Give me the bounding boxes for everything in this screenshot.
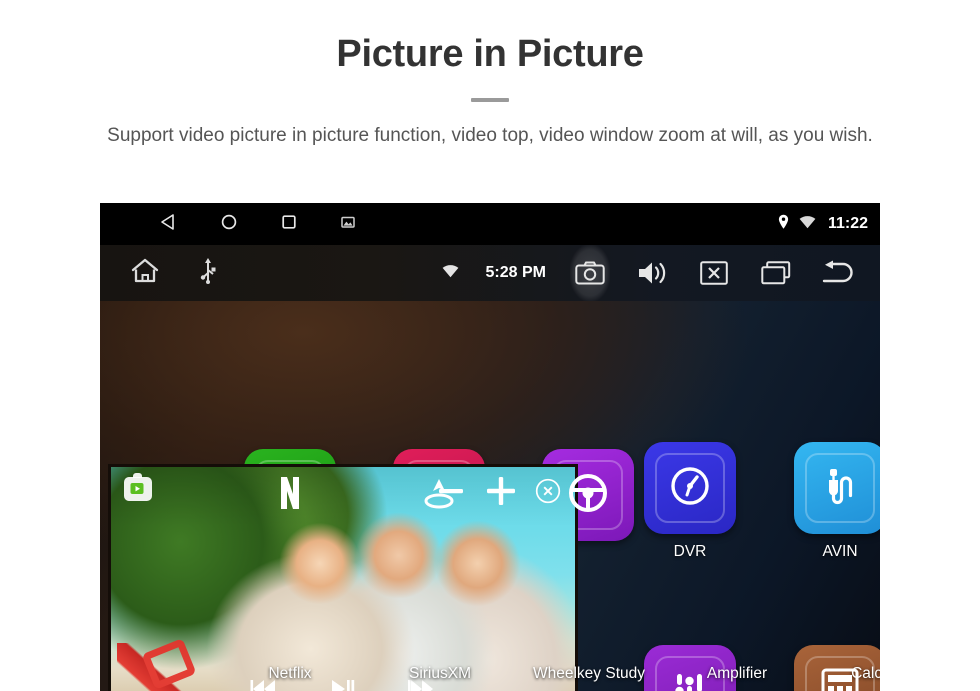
app-label-dvr: DVR [673,543,707,560]
multiwindow-icon[interactable] [756,245,796,301]
app-label-avin: AVIN [822,543,858,560]
app-icon-dvr[interactable]: DVR [643,442,737,561]
page-subtitle: Support video picture in picture functio… [107,124,873,146]
launcher-nav-right: 5:28 PM [442,245,858,301]
dock-label: Netflix [268,665,312,682]
status-bar-clock: 11:22 [827,215,868,232]
location-pin-icon [777,214,790,235]
launcher-desktop: DVRAVINAmplifierCalculator seicane [100,301,880,691]
back-arrow-icon[interactable] [818,245,858,301]
sliders-icon-glyph [667,666,713,691]
page-title: Picture in Picture [336,33,644,75]
siriusxm-icon-glyph [417,471,461,520]
steering-icon-glyph [565,470,611,521]
android-status-bar: 11:22 [100,203,880,245]
marketing-header: Picture in Picture Support video picture… [0,0,980,150]
avin-plug-icon[interactable] [794,442,880,534]
launcher-nav-bar: 5:28 PM [100,245,880,301]
title-divider [471,97,509,102]
back-icon[interactable] [160,213,178,236]
usb-icon[interactable] [200,257,216,289]
camera-icon[interactable] [570,245,610,301]
launcher-clock: 5:28 PM [485,264,546,281]
dock-label: Wheelkey Study [533,665,645,682]
launcher-nav-left [130,257,216,289]
wifi-icon [799,215,816,234]
close-button[interactable] [535,478,561,504]
home-circle-icon[interactable] [220,213,238,236]
avin-plug-icon-glyph [817,463,863,514]
video-record-badge-icon [124,473,152,501]
calculator-icon-glyph [818,666,862,691]
gauge-icon-glyph [666,462,714,515]
volume-icon[interactable] [632,245,672,301]
status-indicators: 11:22 [777,203,868,245]
system-nav-group [160,213,356,236]
zoom-in-button[interactable] [483,473,519,509]
close-box-icon[interactable] [694,245,734,301]
dock-label: Amplifier [706,665,768,682]
wifi-icon [442,264,459,283]
app-icon-avin[interactable]: AVIN [793,442,880,561]
home-icon[interactable] [130,257,160,289]
netflix-icon-glyph [268,471,312,520]
recents-square-icon[interactable] [280,213,298,236]
screenshot-icon[interactable] [340,214,356,235]
dock-label-row: Netflix SiriusXM Wheelkey Study Amplifier Ca… [100,655,880,691]
dock-label: SiriusXM [408,665,472,682]
gauge-icon[interactable] [644,442,736,534]
device-screen: 11:22 5:28 PM DVR AVIN Netflix SiriusXM … [100,203,880,691]
